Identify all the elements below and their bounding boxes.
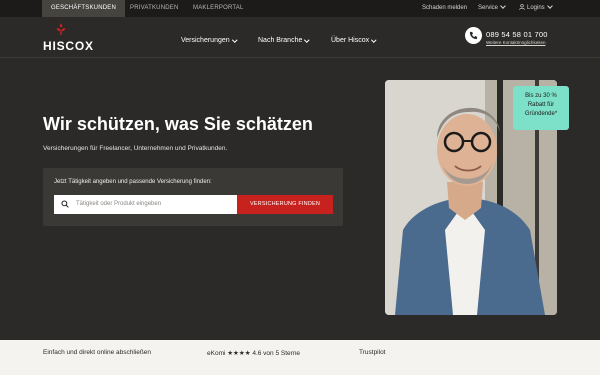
tab-maklerportal[interactable]: MAKLERPORTAL	[193, 0, 244, 17]
nav-nach-branche[interactable]: Nach Branche	[258, 36, 310, 44]
trust-strip: Einfach und direkt online abschließen eK…	[0, 340, 600, 375]
nav-versicherungen[interactable]: Versicherungen	[181, 36, 237, 44]
trustpilot-label: Trustpilot	[359, 349, 386, 356]
ekomi-rating: eKomi ★★★★ 4.6 von 5 Sterne	[207, 350, 301, 357]
tab-geschaeftskunden[interactable]: GESCHÄFTSKUNDEN	[42, 0, 126, 17]
schaden-melden-link[interactable]: Schaden melden	[422, 0, 467, 17]
search-card: Jetzt Tätigkeit angeben und passende Ver…	[43, 168, 343, 226]
chevron-down-icon	[304, 36, 310, 42]
search-input[interactable]: Tätigkeit oder Produkt eingeben	[54, 195, 237, 214]
chevron-down-icon	[371, 36, 377, 42]
service-menu[interactable]: Service	[478, 0, 506, 17]
chevron-down-icon	[546, 3, 553, 9]
hiscox-logo[interactable]: HISCOX	[43, 23, 93, 55]
phone-icon[interactable]	[465, 27, 482, 44]
service-label: Service	[478, 5, 499, 11]
user-icon	[519, 4, 525, 10]
badge-line: Bis zu 30 %	[525, 93, 557, 99]
chevron-down-icon	[500, 3, 506, 9]
nav-label: Über Hiscox	[331, 37, 370, 44]
hero-headline: Wir schützen, was Sie schätzen	[43, 114, 313, 134]
logins-menu[interactable]: Logins	[519, 0, 553, 17]
badge-line: Rabatt für	[527, 102, 555, 108]
logo-text: HISCOX	[43, 39, 94, 53]
logins-label: Logins	[527, 5, 545, 11]
hero-subline: Versicherungen für Freelancer, Unternehm…	[43, 145, 228, 152]
search-placeholder: Tätigkeit oder Produkt eingeben	[76, 201, 162, 207]
search-label: Jetzt Tätigkeit angeben und passende Ver…	[54, 179, 212, 185]
nav-label: Nach Branche	[258, 37, 303, 44]
chevron-down-icon	[231, 36, 237, 42]
utility-bar: GESCHÄFTSKUNDEN PRIVATKUNDEN MAKLERPORTA…	[0, 0, 600, 17]
contact-options-link[interactable]: Weitere Kontaktmöglichkeiten	[486, 40, 545, 45]
find-insurance-button[interactable]: VERSICHERUNG FINDEN	[237, 195, 333, 214]
tab-privatkunden[interactable]: PRIVATKUNDEN	[130, 0, 179, 17]
discount-badge[interactable]: Bis zu 30 % Rabatt für Gründende*	[513, 86, 569, 130]
logo-mark-icon	[56, 23, 66, 35]
nav-ueber-hiscox[interactable]: Über Hiscox	[331, 36, 377, 44]
nav-label: Versicherungen	[181, 37, 230, 44]
online-abschliessen-text: Einfach und direkt online abschließen	[43, 349, 152, 356]
badge-line: Gründende*	[524, 111, 558, 117]
phone-number[interactable]: 089 54 58 01 700	[486, 30, 548, 39]
search-icon	[61, 200, 69, 208]
